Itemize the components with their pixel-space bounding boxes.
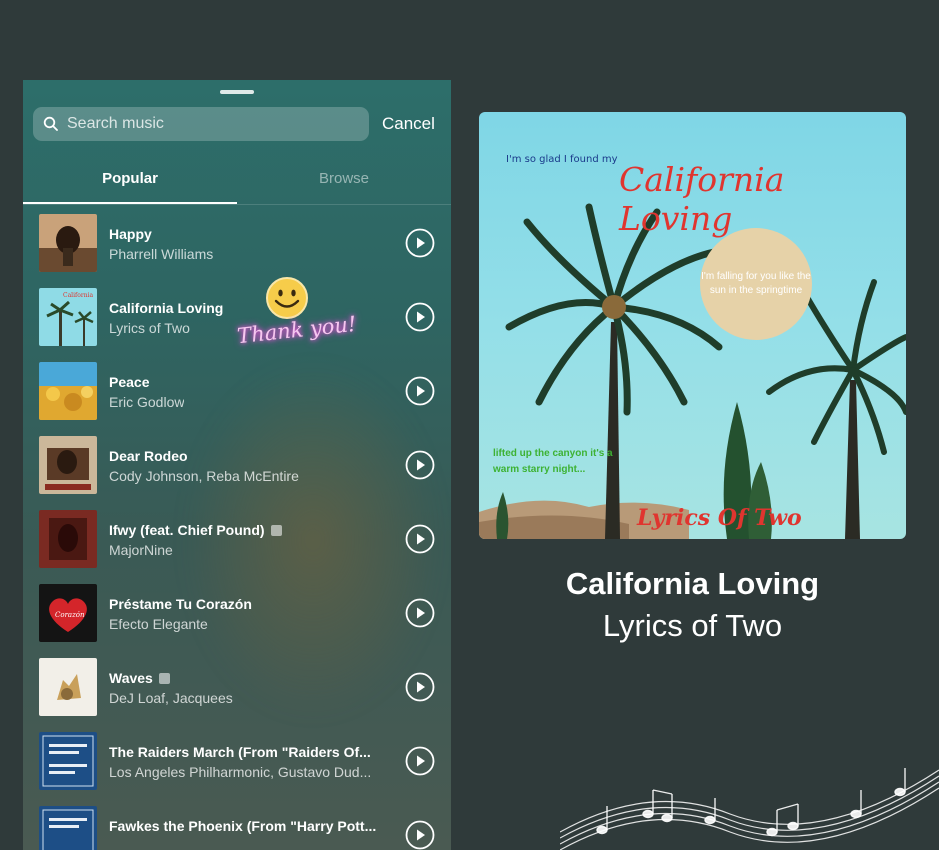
song-title-text: Ifwy (feat. Chief Pound) — [109, 522, 265, 538]
cover-title: California Loving — [619, 160, 785, 238]
song-artist: Eric Godlow — [109, 394, 185, 410]
play-icon[interactable] — [405, 598, 435, 628]
song-title: Fawkes the Phoenix (From "Harry Pott... — [109, 818, 377, 834]
song-artist: MajorNine — [109, 542, 173, 558]
explicit-icon — [158, 673, 170, 684]
album-art: California — [39, 288, 97, 346]
song-row[interactable]: Ifwy (feat. Chief Pound) MajorNine — [23, 504, 451, 578]
play-icon[interactable] — [405, 746, 435, 776]
svg-text:Corazón: Corazón — [55, 611, 85, 619]
tab-divider — [23, 204, 451, 205]
now-playing-title: California Loving — [565, 566, 820, 601]
song-title: California Loving — [109, 300, 224, 316]
song-title: Happy — [109, 226, 152, 242]
search-bar[interactable]: Search music — [33, 107, 369, 141]
song-row[interactable]: Fawkes the Phoenix (From "Harry Pott... — [23, 800, 451, 850]
search-icon — [43, 116, 58, 131]
cover-lyric-circle: I'm falling for you like the sun in the … — [700, 228, 812, 340]
song-row[interactable]: Waves DeJ Loaf, Jacquees — [23, 652, 451, 726]
play-icon[interactable] — [405, 672, 435, 702]
song-artist: Cody Johnson, Reba McEntire — [109, 468, 299, 484]
svg-text:California: California — [63, 292, 93, 299]
song-artist: Los Angeles Philharmonic, Gustavo Dud... — [109, 764, 372, 780]
song-title: Waves — [109, 670, 170, 686]
smiley-sticker-icon — [266, 277, 308, 319]
song-row[interactable]: California California Loving Lyrics of T… — [23, 282, 451, 356]
song-title: Dear Rodeo — [109, 448, 188, 464]
cover-artist-text: Lyrics Of Two — [637, 505, 802, 531]
album-art: Corazón — [39, 584, 97, 642]
album-art — [39, 214, 97, 272]
album-art — [39, 436, 97, 494]
tab-popular[interactable]: Popular — [23, 170, 237, 187]
search-input[interactable]: Search music — [67, 115, 164, 133]
song-title: Ifwy (feat. Chief Pound) — [109, 522, 282, 538]
explicit-icon — [270, 525, 282, 536]
album-art — [39, 510, 97, 568]
play-icon[interactable] — [405, 524, 435, 554]
cancel-button[interactable]: Cancel — [382, 114, 435, 134]
album-art — [39, 806, 97, 850]
album-cover: I'm so glad I found my California Loving… — [479, 112, 906, 539]
song-artist: Pharrell Williams — [109, 246, 214, 262]
album-art — [39, 732, 97, 790]
song-title: Préstame Tu Corazón — [109, 596, 252, 612]
now-playing-artist: Lyrics of Two — [602, 608, 783, 643]
album-art — [39, 658, 97, 716]
song-row[interactable]: Peace Eric Godlow — [23, 356, 451, 430]
play-icon[interactable] — [405, 820, 435, 850]
play-icon[interactable] — [405, 228, 435, 258]
song-row[interactable]: Dear Rodeo Cody Johnson, Reba McEntire — [23, 430, 451, 504]
music-notes-decoration-icon — [560, 768, 939, 850]
song-row[interactable]: Happy Pharrell Williams — [23, 208, 451, 282]
play-icon[interactable] — [405, 376, 435, 406]
song-title-text: Waves — [109, 670, 153, 686]
song-row[interactable]: Corazón Préstame Tu Corazón Efecto Elega… — [23, 578, 451, 652]
song-row[interactable]: The Raiders March (From "Raiders Of... L… — [23, 726, 451, 800]
song-artist: Lyrics of Two — [109, 320, 190, 336]
cover-lyric-green: lifted up the canyon it's a warm starry … — [493, 448, 613, 475]
song-title: The Raiders March (From "Raiders Of... — [109, 744, 371, 760]
song-title: Peace — [109, 374, 150, 390]
song-artist: DeJ Loaf, Jacquees — [109, 690, 233, 706]
cover-lyric-top: I'm so glad I found my — [506, 154, 618, 165]
play-icon[interactable] — [405, 450, 435, 480]
album-art — [39, 362, 97, 420]
play-icon[interactable] — [405, 302, 435, 332]
tab-browse[interactable]: Browse — [237, 170, 451, 187]
song-artist: Efecto Elegante — [109, 616, 208, 632]
music-picker-panel: Search music Cancel Popular Browse Happy… — [23, 80, 451, 850]
drag-handle[interactable] — [220, 90, 254, 94]
